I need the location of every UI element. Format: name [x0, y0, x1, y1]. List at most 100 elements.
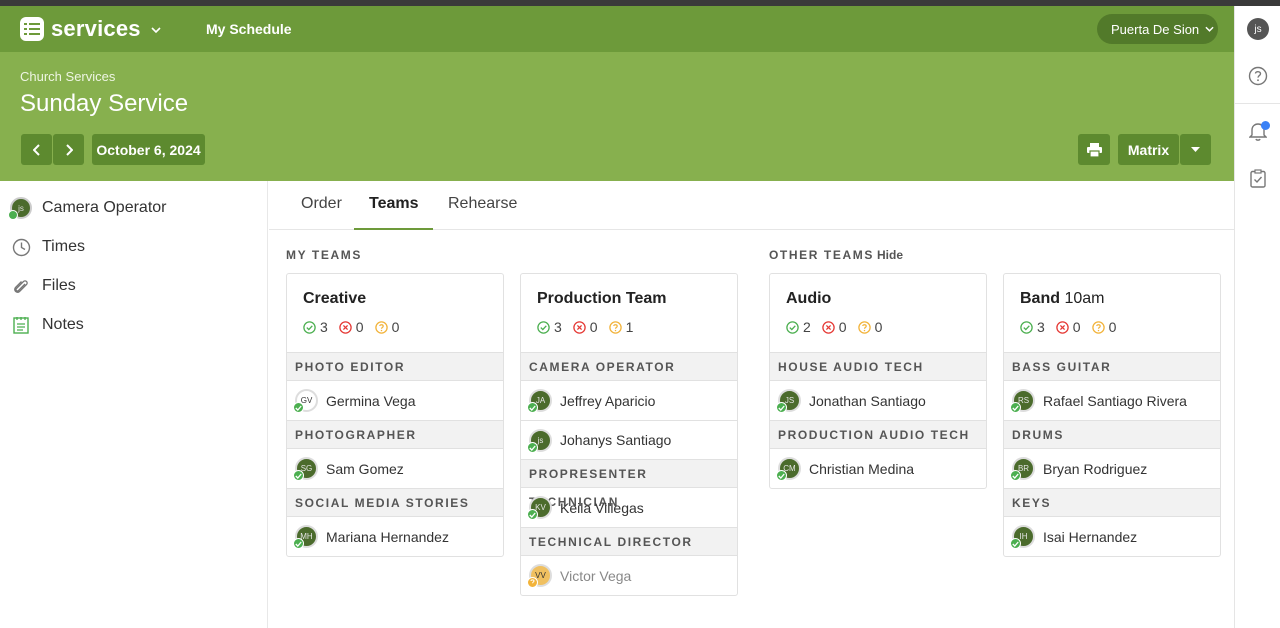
status-confirmed-icon — [293, 470, 304, 481]
confirmed-count: 3 — [1037, 319, 1045, 335]
view-label: Matrix — [1127, 141, 1170, 158]
next-plan-button[interactable] — [53, 134, 84, 165]
confirmed-icon — [537, 320, 550, 334]
status-confirmed-icon — [1010, 538, 1021, 549]
declined-icon — [573, 320, 586, 334]
pending-icon — [1091, 320, 1105, 334]
declined-count: 0 — [1072, 319, 1081, 335]
main-content: Order Teams Rehearse MY TEAMS OTHER TEAM… — [269, 181, 1234, 628]
confirmed-count: 3 — [320, 319, 328, 335]
team-name[interactable]: Band 10am — [1020, 290, 1104, 308]
sidebar-item-label: Files — [42, 277, 76, 294]
status-confirmed-icon — [293, 402, 304, 413]
divider — [1235, 103, 1280, 104]
team-status-counts: 2 0 0 — [786, 319, 893, 335]
pending-icon — [857, 320, 871, 334]
status-confirmed-icon — [776, 402, 787, 413]
sidebar-item-label: Times — [42, 238, 85, 255]
navbar: services My Schedule Puerta De Sion — [0, 6, 1234, 52]
position-header: PRODUCTION AUDIO TECH — [770, 420, 986, 449]
services-logo-icon — [20, 17, 44, 41]
team-member[interactable]: CM Christian Medina — [770, 449, 986, 488]
team-name[interactable]: Production Team — [537, 290, 667, 308]
declined-count: 0 — [838, 319, 847, 335]
sidebar-item-notes[interactable]: Notes — [0, 309, 268, 341]
team-member[interactable]: SG Sam Gomez — [287, 449, 503, 488]
my-schedule-link[interactable]: My Schedule — [206, 21, 292, 37]
confirmed-count: 2 — [803, 319, 811, 335]
sidebar-item-label: Camera Operator — [42, 199, 167, 216]
sidebar-item-camera-operator[interactable]: js Camera Operator — [0, 192, 268, 224]
team-member[interactable]: js Johanys Santiago — [521, 420, 737, 459]
clipboard-check-icon — [1250, 168, 1266, 188]
status-confirmed-icon — [1010, 402, 1021, 413]
declined-icon — [1056, 320, 1069, 334]
view-matrix-button[interactable]: Matrix — [1118, 134, 1179, 165]
org-name: Puerta De Sion — [1111, 21, 1200, 37]
team-member[interactable]: RS Rafael Santiago Rivera — [1004, 381, 1220, 420]
date-picker-button[interactable]: October 6, 2024 — [92, 134, 205, 165]
status-confirmed-icon — [776, 470, 787, 481]
confirmed-icon — [1020, 320, 1033, 334]
notifications-button[interactable] — [1235, 116, 1280, 146]
status-confirmed-icon — [527, 509, 538, 520]
confirmed-icon — [786, 320, 799, 334]
my-teams-heading: MY TEAMS — [286, 248, 362, 262]
team-card-production-team: Production Team 3 0 1 CAMERA OPERATOR JA… — [520, 273, 738, 596]
position-header: SOCIAL MEDIA STORIES — [287, 488, 503, 517]
team-member[interactable]: JA Jeffrey Aparicio — [521, 381, 737, 420]
help-button[interactable] — [1235, 61, 1280, 91]
team-member[interactable]: BR Bryan Rodriguez — [1004, 449, 1220, 488]
header: services My Schedule Puerta De Sion Chur… — [0, 6, 1234, 181]
clock-icon — [10, 236, 32, 258]
pending-icon — [374, 320, 388, 334]
team-member[interactable]: MH Mariana Hernandez — [287, 517, 503, 556]
confirmed-count: 3 — [554, 319, 562, 335]
previous-plan-button[interactable] — [21, 134, 52, 165]
left-sidebar: js Camera Operator Times Files Notes — [0, 181, 268, 628]
confirmed-icon — [303, 320, 316, 334]
position-header: PROPRESENTER TECHNICIAN — [521, 459, 737, 509]
team-status-counts: 3 0 0 — [1020, 319, 1127, 335]
caret-down-icon — [1191, 147, 1200, 152]
app-switcher[interactable]: services — [20, 16, 161, 42]
pending-count: 1 — [625, 319, 634, 335]
org-selector[interactable]: Puerta De Sion — [1097, 14, 1218, 44]
team-card-creative: Creative 3 0 0 PHOTO EDITOR GV Germina V… — [286, 273, 504, 557]
team-time: 10am — [1064, 290, 1105, 307]
hide-other-teams-link[interactable]: Hide — [877, 248, 903, 262]
status-confirmed-icon — [527, 442, 538, 453]
declined-icon — [822, 320, 835, 334]
team-name[interactable]: Creative — [303, 290, 366, 308]
team-member[interactable]: GV Germina Vega — [287, 381, 503, 420]
sidebar-item-files[interactable]: Files — [0, 270, 268, 302]
user-menu[interactable]: js — [1235, 14, 1280, 44]
tab-rehearse[interactable]: Rehearse — [448, 195, 517, 213]
chevron-left-icon — [32, 143, 40, 156]
app-name: services — [51, 16, 141, 41]
position-header: PHOTOGRAPHER — [287, 420, 503, 449]
tasks-button[interactable] — [1235, 163, 1280, 193]
status-confirmed-icon — [293, 538, 304, 549]
other-teams-heading: OTHER TEAMS — [769, 248, 874, 262]
sidebar-item-label: Notes — [42, 316, 84, 333]
paperclip-icon — [10, 275, 32, 297]
team-name[interactable]: Audio — [786, 290, 831, 308]
tab-bar: Order Teams Rehearse — [269, 181, 1234, 230]
team-member[interactable]: VV Victor Vega — [521, 556, 737, 595]
user-avatar-icon: js — [8, 197, 32, 220]
tab-order[interactable]: Order — [301, 195, 342, 213]
pending-count: 0 — [874, 319, 883, 335]
breadcrumb[interactable]: Church Services — [20, 69, 115, 84]
print-button[interactable] — [1078, 134, 1110, 165]
team-member[interactable]: IH Isai Hernandez — [1004, 517, 1220, 556]
view-dropdown-button[interactable] — [1180, 134, 1211, 165]
team-member[interactable]: KV Keila Villegas — [521, 488, 737, 527]
position-header: CAMERA OPERATOR — [521, 352, 737, 381]
team-member[interactable]: JS Jonathan Santiago — [770, 381, 986, 420]
chevron-right-icon — [65, 143, 73, 156]
status-pending-icon — [527, 577, 538, 588]
sidebar-item-times[interactable]: Times — [0, 231, 268, 263]
tab-teams[interactable]: Teams — [369, 195, 419, 213]
status-confirmed-icon — [527, 402, 538, 413]
